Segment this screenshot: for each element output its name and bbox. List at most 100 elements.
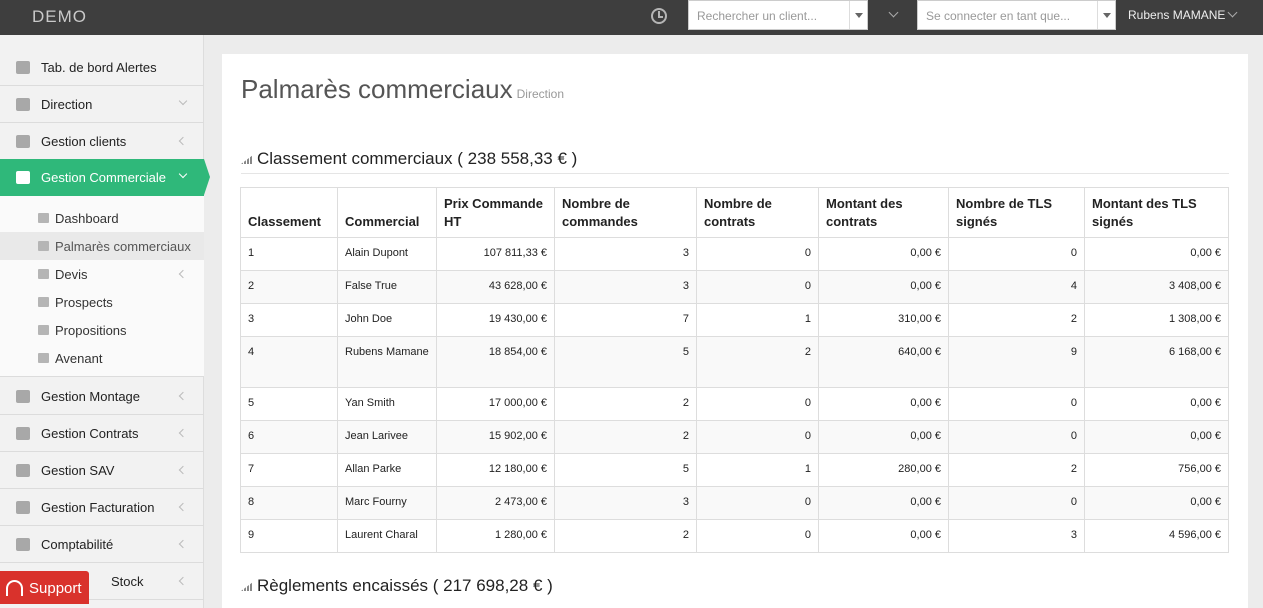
login-as-select[interactable]: Se connecter en tant que...: [917, 0, 1116, 30]
signal-icon: [38, 241, 49, 251]
table-cell: 3: [240, 303, 338, 337]
sidebar-item-label: Tab. de bord Alertes: [41, 60, 157, 75]
table-cell: 7: [240, 453, 338, 487]
table-cell: 2: [554, 420, 697, 454]
table-cell: 0: [948, 420, 1085, 454]
table-cell: 4: [948, 270, 1085, 304]
table-cell: 3: [948, 519, 1085, 553]
cogs-icon: [16, 464, 30, 477]
table-cell: 8: [240, 486, 338, 520]
column-header[interactable]: Commercial: [337, 187, 437, 238]
sidebar: Tab. de bord Alertes Direction Gestion c…: [0, 35, 210, 608]
table-body: 1 Alain Dupont 107 811,33 €3 0 0,00 €0 0,00 €…: [240, 237, 1229, 553]
table-cell: 0,00 €: [818, 486, 949, 520]
table-cell: 3 408,00 €: [1084, 270, 1229, 304]
sidebar-item-dashboard-alerts[interactable]: Tab. de bord Alertes: [0, 49, 204, 86]
chevron-left-icon: [178, 539, 188, 549]
chevron-down-icon[interactable]: [888, 7, 899, 18]
table-cell: John Doe: [337, 303, 437, 337]
column-header[interactable]: Classement: [240, 187, 338, 238]
submenu-item-label: Avenant: [55, 351, 103, 366]
table-cell: 19 430,00 €: [436, 303, 555, 337]
table-cell: Laurent Charal: [337, 519, 437, 553]
sidebar-item-label: Gestion Commerciale: [41, 170, 166, 185]
sidebar-item-facturation[interactable]: Gestion Facturation: [0, 489, 204, 526]
table-cell: 9: [948, 336, 1085, 388]
column-header[interactable]: Nombre de commandes: [554, 187, 697, 238]
file-icon: [38, 353, 49, 363]
chevron-down-icon[interactable]: [1227, 7, 1238, 18]
support-button[interactable]: Support: [0, 571, 89, 604]
table-cell: 12 180,00 €: [436, 453, 555, 487]
submenu-item-label: Dashboard: [55, 211, 119, 226]
table-cell: 3: [554, 486, 697, 520]
sidebar-item-label: Comptabilité: [41, 537, 114, 552]
submenu-item-propositions[interactable]: Propositions: [0, 316, 204, 344]
column-header[interactable]: Montant des contrats: [818, 187, 949, 238]
euro-icon: [16, 538, 30, 551]
main-panel: Palmarès commerciaux Direction Classement…: [222, 54, 1248, 608]
caret-down-icon[interactable]: [849, 1, 867, 29]
submenu-item-label: Palmarès commerciaux: [55, 239, 191, 254]
signal-icon: [241, 155, 253, 164]
sidebar-item-sav[interactable]: Gestion SAV: [0, 452, 204, 489]
support-label: Support: [29, 580, 82, 597]
page-title: Palmarès commerciaux Direction: [241, 74, 564, 105]
table-cell: 0: [948, 387, 1085, 421]
table-cell: 0,00 €: [818, 270, 949, 304]
table-cell: 280,00 €: [818, 453, 949, 487]
table-cell: 7: [554, 303, 697, 337]
column-header[interactable]: Prix Commande HT: [436, 187, 555, 238]
sidebar-item-label: Gestion Montage: [41, 389, 141, 404]
table-cell: 0,00 €: [818, 387, 949, 421]
submenu-item-label: Prospects: [55, 295, 113, 310]
column-header[interactable]: Nombre de TLS signés: [948, 187, 1085, 238]
sidebar-item-montage[interactable]: Gestion Montage: [0, 378, 204, 415]
section-title-payments: Règlements encaissés ( 217 698,28 € ): [241, 576, 553, 596]
client-search-select[interactable]: Rechercher un client...: [688, 0, 868, 30]
column-header[interactable]: Nombre de contrats: [696, 187, 819, 238]
table-row: 6 Jean Larivee 15 902,00 €2 0 0,00 €0 0,00 €: [240, 420, 1229, 454]
table-cell: 2: [240, 270, 338, 304]
sidebar-item-clients[interactable]: Gestion clients: [0, 123, 204, 160]
table-cell: 4: [240, 336, 338, 388]
sidebar-item-contrats[interactable]: Gestion Contrats: [0, 415, 204, 452]
table-cell: 0,00 €: [1084, 387, 1229, 421]
table-row: 4 Rubens Mamane 18 854,00 €5 2 640,00 €9 6 16…: [240, 336, 1229, 388]
table-cell: 6 168,00 €: [1084, 336, 1229, 388]
submenu-item-avenant[interactable]: Avenant: [0, 344, 204, 372]
submenu-item-devis[interactable]: Devis: [0, 260, 204, 288]
brand-logo[interactable]: DEMO: [32, 7, 87, 27]
table-row: 1 Alain Dupont 107 811,33 €3 0 0,00 €0 0,00 €: [240, 237, 1229, 271]
user-icon: [38, 297, 49, 307]
clock-icon[interactable]: [651, 8, 667, 24]
sidebar-item-commercial[interactable]: Gestion Commerciale: [0, 159, 210, 196]
chevron-left-icon: [178, 428, 188, 438]
sidebar-item-label: Stock: [111, 574, 144, 589]
table-cell: 18 854,00 €: [436, 336, 555, 388]
submenu-item-dashboard[interactable]: Dashboard: [0, 204, 204, 232]
table-cell: 6: [240, 420, 338, 454]
column-header[interactable]: Montant des TLS signés: [1084, 187, 1229, 238]
caret-down-icon[interactable]: [1097, 1, 1115, 29]
user-menu[interactable]: Rubens MAMANE: [1128, 8, 1225, 22]
submenu-item-palmares[interactable]: Palmarès commerciaux: [0, 232, 204, 260]
table-row: 2 False True 43 628,00 €3 0 0,00 €4 3 408,00 …: [240, 270, 1229, 304]
sidebar-item-direction[interactable]: Direction: [0, 86, 204, 123]
submenu-item-prospects[interactable]: Prospects: [0, 288, 204, 316]
ranking-table: Classement Commercial Prix Commande HT N…: [240, 187, 1229, 553]
top-bar: DEMO Rechercher un client... Se connecte…: [0, 0, 1263, 35]
table-row: 9 Laurent Charal 1 280,00 €2 0 0,00 €3 4 596,…: [240, 519, 1229, 553]
chevron-left-icon: [178, 576, 188, 586]
pencil-icon: [16, 501, 30, 514]
chevron-down-icon: [178, 169, 188, 179]
table-header-row: Classement Commercial Prix Commande HT N…: [240, 187, 1229, 238]
sidebar-item-label: Gestion Contrats: [41, 426, 139, 441]
sidebar-item-label: Gestion SAV: [41, 463, 115, 478]
table-cell: 1 308,00 €: [1084, 303, 1229, 337]
sidebar-item-comptabilite[interactable]: Comptabilité: [0, 526, 204, 563]
section-title-ranking: Classement commerciaux ( 238 558,33 € ): [241, 149, 577, 169]
table-cell: 2: [554, 387, 697, 421]
table-row: 3 John Doe 19 430,00 €7 1 310,00 €2 1 308,00 …: [240, 303, 1229, 337]
login-as-placeholder: Se connecter en tant que...: [926, 9, 1071, 23]
